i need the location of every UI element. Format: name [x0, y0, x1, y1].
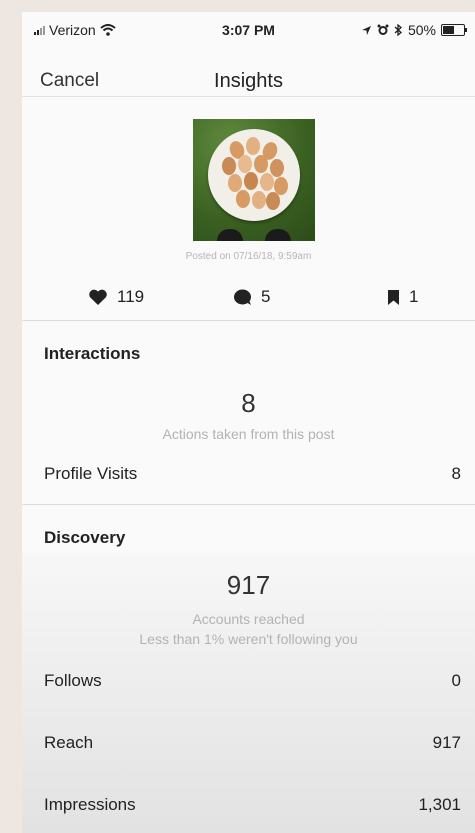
- interactions-caption: Actions taken from this post: [162, 426, 335, 442]
- row-value: 0: [451, 671, 461, 690]
- follows-row: Follows 0: [44, 671, 461, 693]
- alarm-icon: [377, 24, 389, 35]
- comment-icon: [234, 289, 251, 305]
- row-label: Impressions: [44, 795, 136, 814]
- navigation-bar: Cancel Insights: [22, 50, 475, 97]
- row-label: Reach: [44, 733, 94, 752]
- row-value: 1,301: [418, 795, 461, 814]
- egg-bowl: [208, 129, 300, 221]
- bookmark-icon: [388, 289, 399, 305]
- posted-date: Posted on 07/16/18, 9:59am: [185, 251, 312, 262]
- heart-icon: [89, 289, 107, 305]
- bluetooth-icon: [394, 24, 402, 36]
- battery-percent: 50%: [407, 22, 436, 38]
- status-bar: Verizon 3:07 PM 50%: [22, 12, 475, 46]
- cancel-button[interactable]: Cancel: [40, 70, 99, 92]
- status-right: 50%: [361, 22, 467, 38]
- saves-count: 1: [409, 287, 419, 306]
- interactions-heading: Interactions: [44, 344, 141, 363]
- comments-stat: 5: [233, 287, 270, 307]
- profile-visits-row: Profile Visits 8: [44, 464, 461, 486]
- location-arrow-icon: [361, 25, 371, 35]
- accounts-reached-caption: Accounts reached: [192, 611, 305, 627]
- post-thumbnail[interactable]: [193, 119, 315, 241]
- accounts-reached-count: 917: [226, 570, 271, 600]
- row-label: Follows: [44, 671, 102, 690]
- interactions-total: 8: [241, 388, 256, 418]
- row-value: 917: [432, 733, 461, 752]
- insights-screen: Verizon 3:07 PM 50% Cancel Insights Post…: [22, 12, 475, 833]
- battery-icon: [441, 24, 467, 36]
- discovery-heading: Discovery: [44, 528, 126, 547]
- following-note: Less than 1% weren't following you: [139, 631, 358, 647]
- section-divider: [22, 320, 475, 321]
- impressions-row: Impressions 1,301: [44, 795, 461, 817]
- saves-stat: 1: [387, 287, 418, 307]
- likes-stat: 119: [88, 287, 144, 307]
- likes-count: 119: [117, 287, 145, 306]
- row-value: 8: [451, 464, 461, 483]
- comments-count: 5: [261, 287, 271, 306]
- reach-row: Reach 917: [44, 733, 461, 755]
- row-label: Profile Visits: [44, 464, 138, 483]
- section-divider: [22, 504, 475, 505]
- post-stats: 119 5 1: [22, 287, 475, 307]
